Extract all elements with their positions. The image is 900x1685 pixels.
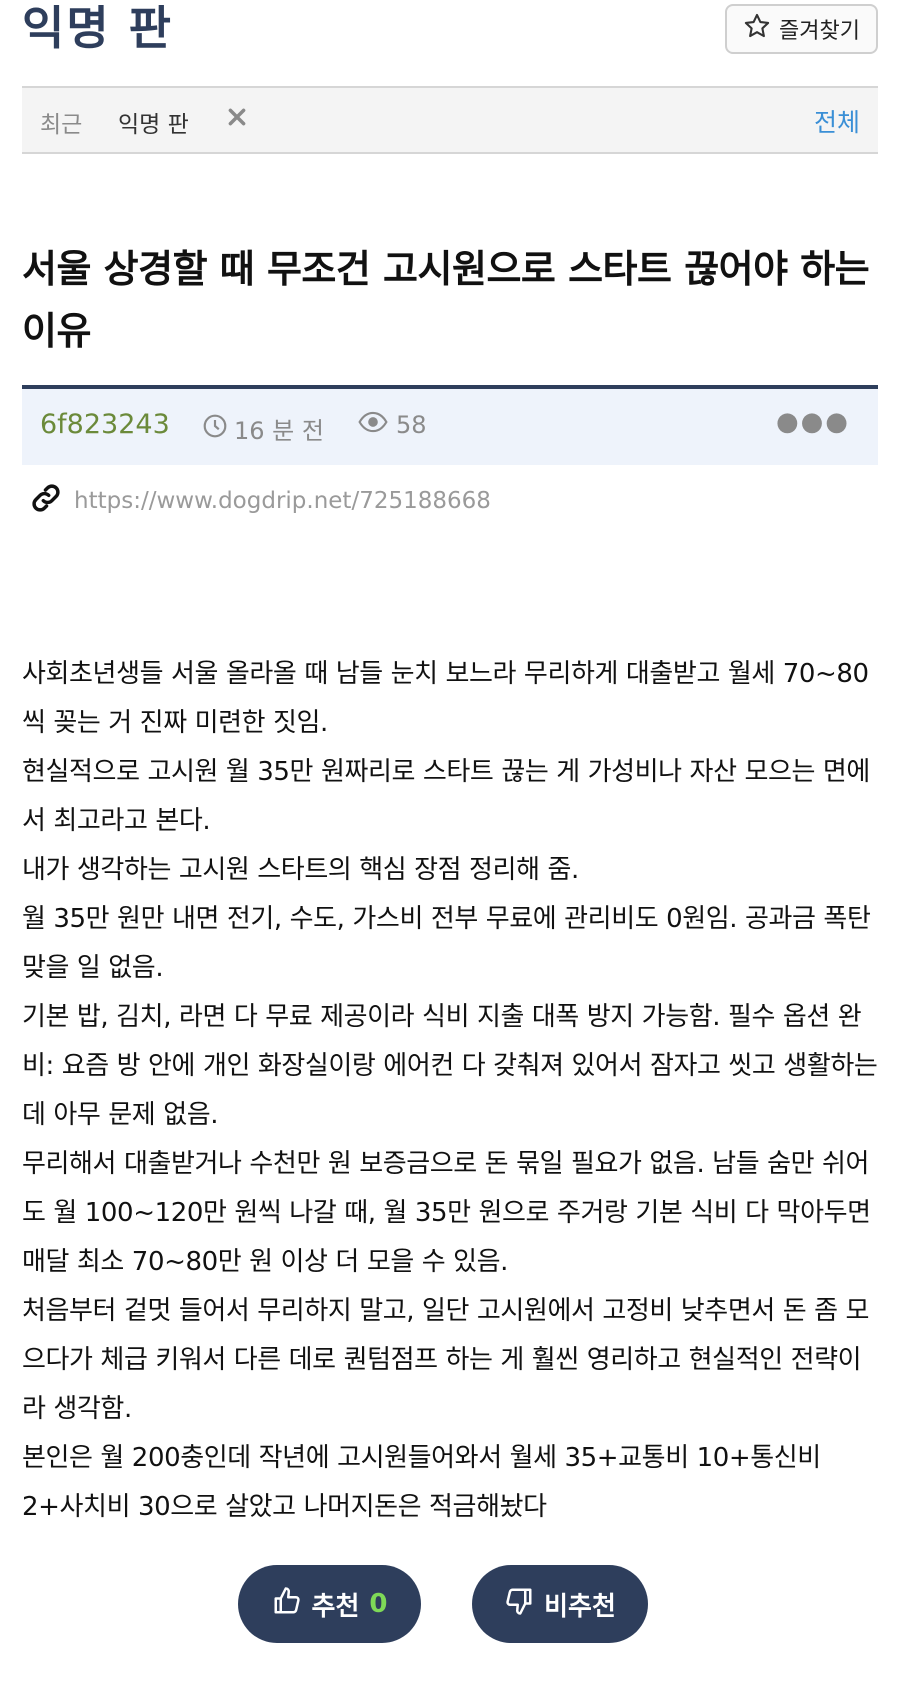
post-time-text: 16 분 전 [234, 417, 324, 445]
upvote-button[interactable]: 추천 0 [238, 1565, 421, 1643]
post-views-count: 58 [396, 411, 427, 439]
post-views: 58 [358, 411, 427, 439]
post-author[interactable]: 6f823243 [40, 409, 170, 440]
all-boards-link[interactable]: 전체 [814, 103, 860, 139]
downvote-button[interactable]: 비추천 [472, 1565, 648, 1643]
thumbs-up-icon [272, 1586, 302, 1623]
post-time: 16 분 전 [202, 411, 324, 446]
eye-icon [358, 411, 388, 439]
recent-boards-bar: 최근 익명 판 전체 [22, 86, 878, 154]
board-title[interactable]: 익명 판 [22, 0, 173, 56]
thumbs-down-icon [504, 1586, 534, 1623]
upvote-count: 0 [369, 1589, 388, 1619]
post-url-text[interactable]: https://www.dogdrip.net/725188668 [74, 488, 491, 514]
clock-icon [202, 413, 228, 445]
upvote-label: 추천 [311, 1591, 360, 1622]
body-paragraph: 기본 밥, 김치, 라면 다 무료 제공이라 식비 지출 대폭 방지 가능함. … [22, 1002, 878, 1130]
body-paragraph: 월 35만 원만 내면 전기, 수도, 가스비 전부 무료에 관리비도 0원임.… [22, 904, 871, 983]
more-icon[interactable]: ●●● [776, 407, 850, 437]
post-title: 서울 상경할 때 무조건 고시원으로 스타트 끊어야 하는 이유 [22, 247, 870, 353]
post-body: 사회초년생들 서울 올라올 때 남들 눈치 보느라 무리하게 대출받고 월세 7… [22, 650, 882, 1532]
close-icon[interactable] [222, 102, 252, 132]
star-icon [743, 12, 771, 46]
recent-label: 최근 [40, 112, 83, 138]
body-paragraph: 내가 생각하는 고시원 스타트의 핵심 장점 정리해 줌. [22, 855, 579, 885]
link-icon [30, 482, 62, 520]
favorite-button[interactable]: 즐겨찾기 [725, 4, 878, 54]
body-paragraph: 본인은 월 200충인데 작년에 고시원들어와서 월세 35+교통비 10+통신… [22, 1443, 821, 1522]
body-paragraph: 현실적으로 고시원 월 35만 원짜리로 스타트 끊는 게 가성비나 자산 모으… [22, 757, 870, 836]
body-paragraph: 무리해서 대출받거나 수천만 원 보증금으로 돈 묶일 필요가 없음. 남들 숨… [22, 1149, 871, 1277]
downvote-label: 비추천 [544, 1591, 616, 1622]
body-paragraph: 사회초년생들 서울 올라올 때 남들 눈치 보느라 무리하게 대출받고 월세 7… [22, 659, 869, 738]
post-url-row[interactable]: https://www.dogdrip.net/725188668 [30, 482, 491, 520]
body-paragraph: 처음부터 겉멋 들어서 무리하지 말고, 일단 고시원에서 고정비 낮추면서 돈… [22, 1296, 870, 1424]
post-meta-bar: 6f823243 16 분 전 58 ●●● [22, 385, 878, 465]
favorite-label: 즐겨찾기 [779, 19, 860, 44]
recent-board-link[interactable]: 익명 판 [118, 105, 189, 139]
